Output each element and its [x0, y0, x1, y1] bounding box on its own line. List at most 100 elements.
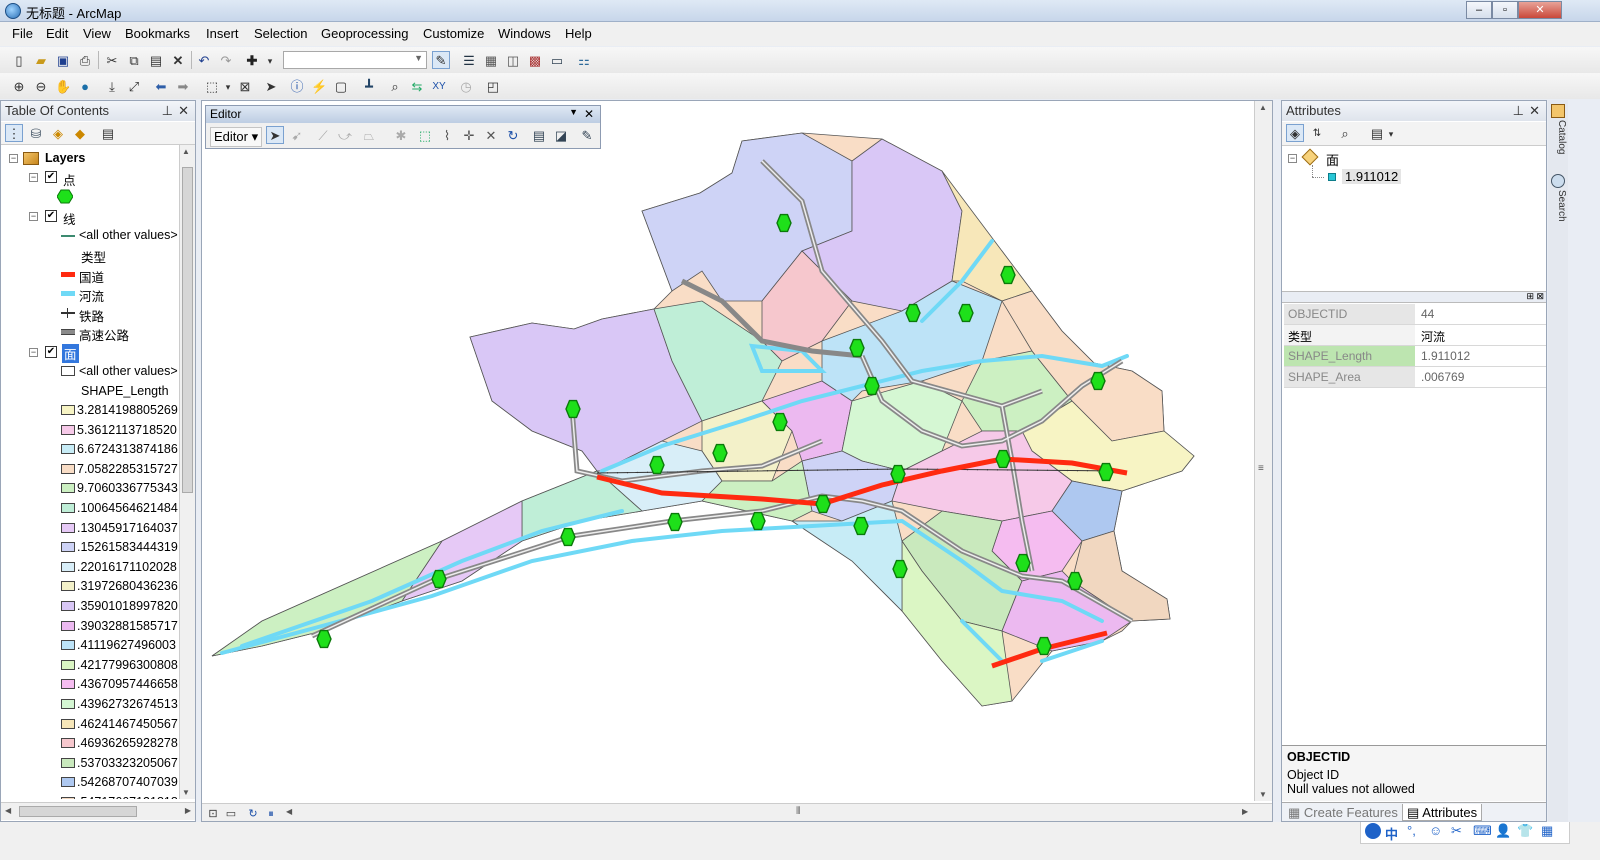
straight-segment-icon[interactable]: ⟋: [314, 126, 332, 144]
tab-attributes[interactable]: ▤ Attributes: [1402, 804, 1483, 821]
toc-pin-icon[interactable]: ⊥: [162, 103, 173, 119]
add-data-icon[interactable]: ✚: [243, 51, 261, 69]
menu-view[interactable]: View: [77, 26, 117, 41]
redo-icon[interactable]: ↷: [217, 51, 235, 69]
attr-value[interactable]: 44: [1417, 304, 1546, 324]
map-canvas[interactable]: [202, 101, 1254, 801]
scroll-left-icon[interactable]: ◀: [286, 807, 292, 816]
punctuation-icon[interactable]: °,: [1407, 823, 1416, 838]
scroll-down-icon[interactable]: ▼: [1259, 790, 1267, 799]
forward-arrow-icon[interactable]: ➡: [174, 77, 192, 95]
tree-layers-root[interactable]: − Layers: [1, 149, 179, 168]
keyboard-icon[interactable]: ⌨: [1473, 823, 1492, 839]
menu-geoprocessing[interactable]: Geoprocessing: [315, 26, 414, 41]
html-popup-icon[interactable]: ▢: [332, 77, 350, 95]
layer-visibility-checkbox[interactable]: ✔: [45, 171, 57, 183]
scroll-up-icon[interactable]: ▲: [1259, 103, 1267, 112]
tab-create-features[interactable]: ▦ Create Features: [1284, 804, 1402, 821]
sort-ascending-icon[interactable]: ⇅: [1308, 124, 1326, 142]
clear-selection-icon[interactable]: ⊠: [236, 77, 254, 95]
skin-shirt-icon[interactable]: 👕: [1517, 823, 1533, 839]
layer-row-polygon[interactable]: − ✔ 面: [1, 343, 179, 363]
point-tool-icon[interactable]: ✱: [392, 126, 410, 144]
full-extent-globe-icon[interactable]: ●: [76, 77, 94, 95]
scroll-grip-icon[interactable]: ≡: [1258, 463, 1264, 474]
editor-titlebar[interactable]: Editor ▼ ✕: [206, 106, 600, 123]
catalog-tab[interactable]: Catalog: [1549, 120, 1567, 154]
attr-value[interactable]: 1.911012: [1417, 346, 1546, 366]
undo-icon[interactable]: ↶: [195, 51, 213, 69]
collapse-icon[interactable]: −: [1288, 154, 1297, 163]
paste-icon[interactable]: ▤: [147, 51, 165, 69]
collapse-icon[interactable]: −: [29, 348, 38, 357]
attr-row-shape-area[interactable]: SHAPE_Area .006769: [1284, 367, 1546, 388]
back-arrow-icon[interactable]: ⬅: [152, 77, 170, 95]
chevron-down-icon[interactable]: ▾: [1382, 124, 1400, 142]
catalog-window-icon[interactable]: ▦: [482, 51, 500, 69]
show-features-icon[interactable]: ◈: [1286, 124, 1304, 142]
attr-row-type[interactable]: 类型 河流: [1284, 325, 1546, 346]
table-of-contents-icon[interactable]: ☰: [460, 51, 478, 69]
attributes-close-icon[interactable]: ✕: [1529, 103, 1540, 119]
attributes-splitter[interactable]: ⊞ ⊠: [1282, 291, 1546, 303]
attributes-tree-layer[interactable]: 面: [1326, 150, 1339, 169]
time-slider-icon[interactable]: ◷: [457, 77, 475, 95]
select-dropdown-icon[interactable]: ▾: [219, 77, 237, 95]
scroll-up-icon[interactable]: ▲: [182, 147, 190, 156]
cut-polygons-icon[interactable]: ✛: [460, 126, 478, 144]
edit-vertices-icon[interactable]: ⬚: [416, 126, 434, 144]
collapse-icon[interactable]: −: [29, 212, 38, 221]
layout-view-icon[interactable]: ▭: [222, 804, 240, 822]
close-button[interactable]: ✕: [1518, 1, 1562, 19]
minimize-button[interactable]: –: [1466, 1, 1492, 19]
editor-close-icon[interactable]: ✕: [584, 107, 594, 121]
collapse-icon[interactable]: −: [9, 154, 18, 163]
map-scale-combobox[interactable]: ▼: [283, 51, 427, 69]
identify-icon[interactable]: ⓘ: [288, 77, 306, 95]
menu-windows[interactable]: Windows: [492, 26, 557, 41]
hyperlink-icon[interactable]: ⚡: [310, 77, 328, 95]
menu-customize[interactable]: Customize: [417, 26, 490, 41]
delete-icon[interactable]: ✕: [169, 51, 187, 69]
search-window-icon[interactable]: ◫: [504, 51, 522, 69]
pan-hand-icon[interactable]: ✋: [54, 77, 72, 95]
toc-close-icon[interactable]: ✕: [178, 103, 189, 119]
create-features-icon[interactable]: ✎: [578, 126, 596, 144]
scroll-down-icon[interactable]: ▼: [182, 788, 190, 797]
reshape-feature-icon[interactable]: ⌇: [438, 126, 456, 144]
menu-insert[interactable]: Insert: [200, 26, 245, 41]
split-tool-icon[interactable]: ✕: [482, 126, 500, 144]
close-small-icon[interactable]: ⊠: [1536, 291, 1544, 302]
layer-visibility-checkbox[interactable]: ✔: [45, 210, 57, 222]
tools-grid-icon[interactable]: ▦: [1541, 823, 1553, 839]
go-to-xy-icon[interactable]: XY: [430, 77, 448, 95]
python-window-icon[interactable]: ▭: [548, 51, 566, 69]
user-icon[interactable]: 👤: [1495, 823, 1511, 839]
scroll-right-icon[interactable]: ▶: [185, 806, 191, 815]
ime-chinese-mode[interactable]: 中: [1385, 824, 1398, 843]
new-document-icon[interactable]: ▯: [10, 51, 28, 69]
menu-bookmarks[interactable]: Bookmarks: [119, 26, 196, 41]
print-icon[interactable]: ⎙: [76, 51, 94, 69]
attr-value[interactable]: 河流: [1417, 325, 1546, 345]
scroll-left-icon[interactable]: ◀: [5, 806, 11, 815]
collapse-icon[interactable]: −: [29, 173, 38, 182]
map-display[interactable]: ▲ ≡ ▼ ⊡ ▭ ↻ ⏸ ◀ ⦀ ▶: [201, 100, 1273, 822]
zoom-to-feature-icon[interactable]: ⌕: [1336, 124, 1354, 142]
select-elements-arrow-icon[interactable]: ➤: [262, 77, 280, 95]
fixed-zoom-out-icon[interactable]: ⤢: [125, 77, 143, 95]
editor-dropdown-icon[interactable]: ▼: [569, 107, 578, 117]
sketch-properties-icon[interactable]: ◪: [552, 126, 570, 144]
menu-help[interactable]: Help: [559, 26, 598, 41]
scroll-thumb[interactable]: [182, 167, 193, 493]
save-icon[interactable]: ▣: [54, 51, 72, 69]
toc-horizontal-scrollbar[interactable]: ◀ ▶: [1, 802, 195, 820]
attr-value[interactable]: .006769: [1417, 367, 1546, 387]
end-point-arc-icon[interactable]: ⤻: [336, 126, 354, 144]
sogou-logo-icon[interactable]: [1365, 823, 1381, 839]
modelbuilder-icon[interactable]: ⚏: [575, 51, 593, 69]
scroll-thumb[interactable]: [19, 806, 137, 817]
list-by-source-icon[interactable]: ⛁: [27, 124, 45, 142]
map-vertical-scrollbar[interactable]: ▲ ≡ ▼: [1254, 101, 1272, 801]
rotate-tool-icon[interactable]: ↻: [504, 126, 522, 144]
